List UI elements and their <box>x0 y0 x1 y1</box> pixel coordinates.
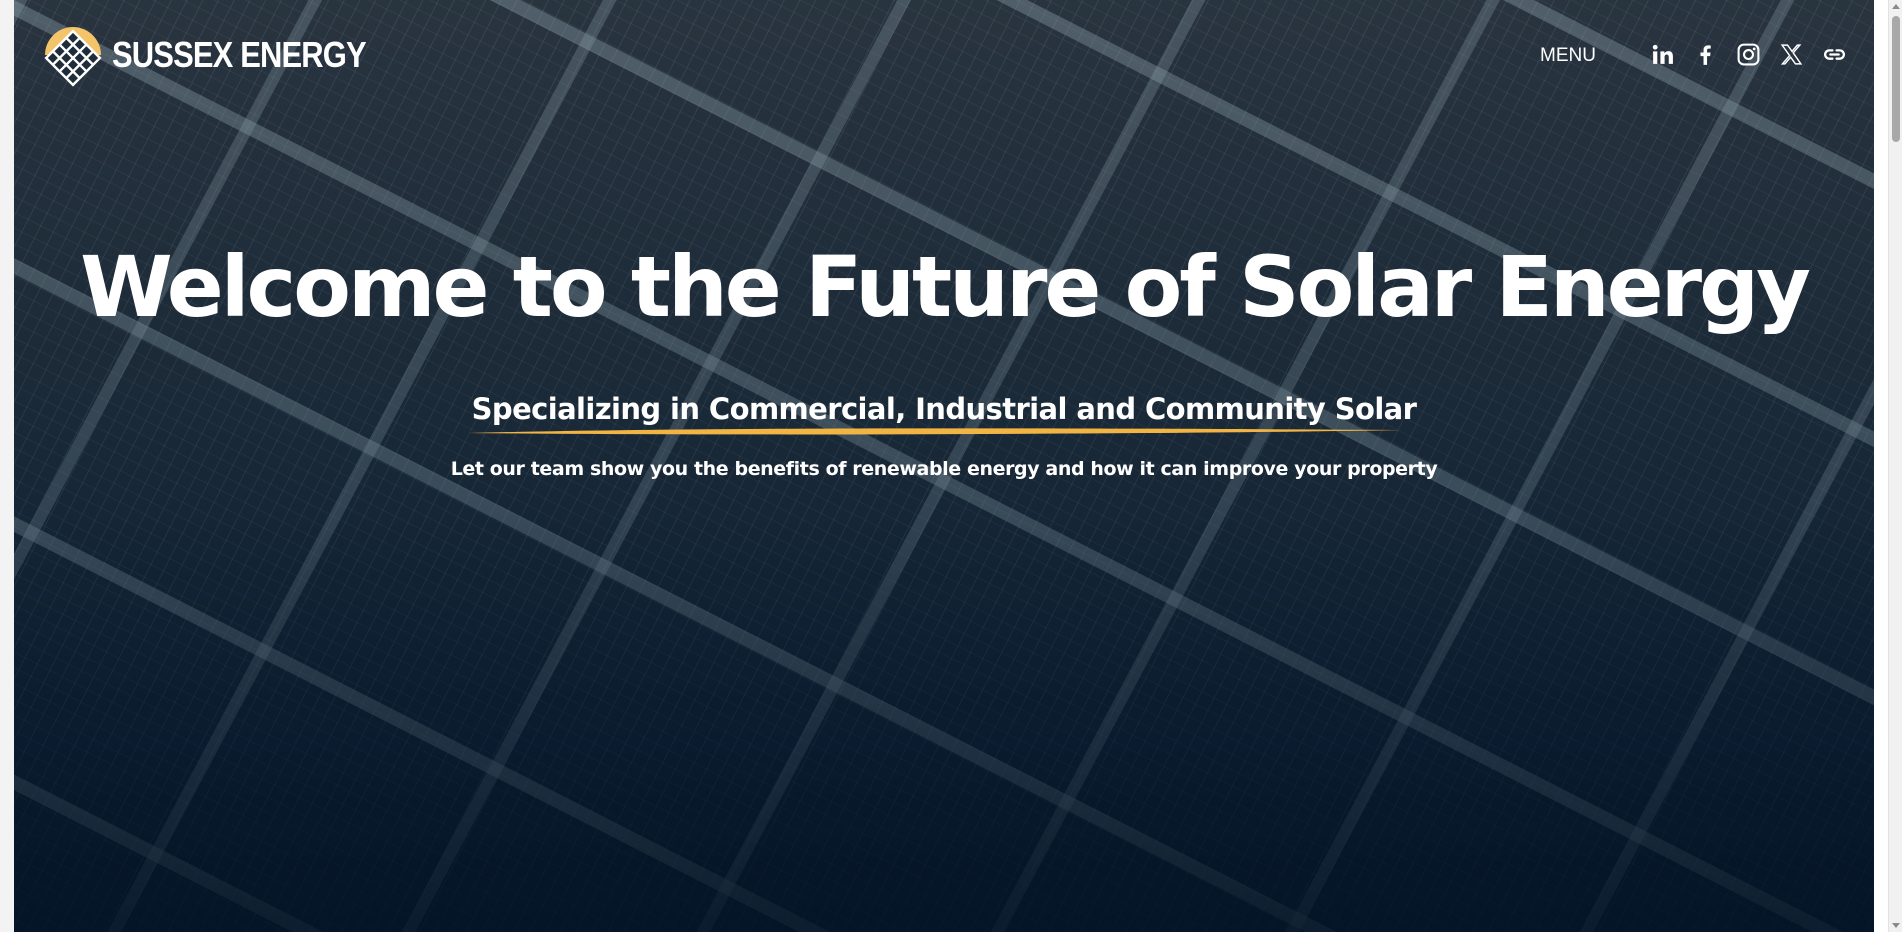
facebook-icon[interactable] <box>1693 42 1718 67</box>
scrollbar-thumb[interactable] <box>1892 16 1900 142</box>
site-header: SUSSEX ENERGY MENU <box>14 0 1874 112</box>
underline-brush-stroke <box>467 428 1402 435</box>
menu-button[interactable]: MENU <box>1540 45 1596 67</box>
vertical-scrollbar[interactable] <box>1888 0 1902 932</box>
hero-subheadline: Specializing in Commercial, Industrial a… <box>467 392 1417 435</box>
linkedin-icon[interactable] <box>1650 42 1675 67</box>
sun-solar-panel-logo-icon <box>44 27 102 87</box>
x-icon[interactable] <box>1779 42 1804 67</box>
instagram-icon[interactable] <box>1736 42 1761 67</box>
hero-subheadline-text: Specializing in Commercial, Industrial a… <box>471 392 1417 426</box>
scroll-down-icon[interactable] <box>1892 923 1900 928</box>
scroll-up-icon[interactable] <box>1892 4 1900 9</box>
link-icon[interactable] <box>1822 42 1847 67</box>
brand-logo[interactable]: SUSSEX ENERGY <box>40 22 407 88</box>
brand-name: SUSSEX ENERGY <box>112 34 367 75</box>
hero-tagline: Let our team show you the benefits of re… <box>450 458 1438 480</box>
left-gutter <box>0 0 14 932</box>
social-links <box>1650 42 1847 67</box>
hero-subheadline-wrap: Specializing in Commercial, Industrial a… <box>14 392 1874 435</box>
hero-headline: Welcome to the Future of Solar Energy <box>80 238 1811 336</box>
page: SUSSEX ENERGY MENU Welcome to the Future… <box>0 0 1902 932</box>
